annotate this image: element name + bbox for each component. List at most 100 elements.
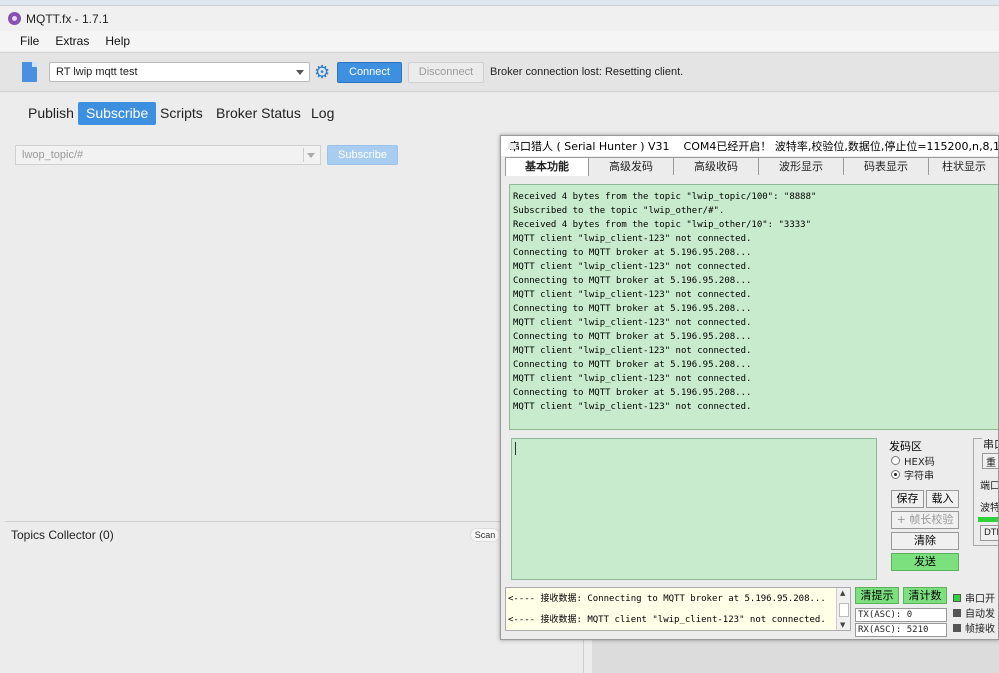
combo-divider xyxy=(303,148,304,162)
port-open-indicator-bar xyxy=(978,517,998,522)
topics-collector-label: Topics Collector (0) xyxy=(11,528,114,542)
connection-profile-select[interactable]: RT lwip mqtt test xyxy=(49,62,310,82)
serial-port-status-title: COM4已经开启！ 波特率,校验位,数据位,停止位=115200,n,8,1 xyxy=(683,140,999,153)
text-cursor xyxy=(515,442,516,455)
scroll-thumb[interactable] xyxy=(839,603,849,617)
status-message-area: <---- 接收数据: Connecting to MQTT broker at… xyxy=(505,587,851,631)
log-line: MQTT client "lwip_client-123" not connec… xyxy=(513,318,752,328)
sh-tab-advanced-send[interactable]: 高级发码 xyxy=(588,157,674,175)
main-tabs: Publish Subscribe Scripts Broker Status … xyxy=(0,92,999,138)
sh-tab-bar-chart[interactable]: 柱状显示 xyxy=(928,157,998,175)
connection-status-text: Broker connection lost: Resetting client… xyxy=(490,66,684,78)
sh-tab-basic[interactable]: 基本功能 xyxy=(505,157,589,176)
indicator-led-row: 自动发 xyxy=(953,605,995,620)
subscribe-button[interactable]: Subscribe xyxy=(327,145,398,165)
tx-counter: TX(ASC): 0 xyxy=(855,608,947,622)
log-line: Connecting to MQTT broker at 5.196.95.20… xyxy=(513,388,752,398)
menu-bar: File Extras Help xyxy=(0,31,999,51)
right-pane-background xyxy=(592,640,999,673)
log-line: MQTT client "lwip_client-123" not connec… xyxy=(513,402,752,412)
serial-port-group: 串口 重 端口 波特 DTR xyxy=(973,436,999,546)
log-line: MQTT client "lwip_client-123" not connec… xyxy=(513,262,752,272)
serial-reset-button[interactable]: 重 xyxy=(982,453,998,469)
serial-hunter-title-bar: 串口猎人 ( Serial Hunter ) V31 COM4已经开启！ 波特率… xyxy=(501,136,999,156)
led-label: 串口开 xyxy=(965,594,995,605)
serial-hunter-title: 串口猎人 ( Serial Hunter ) V31 xyxy=(509,140,670,153)
tab-publish[interactable]: Publish xyxy=(28,102,74,125)
send-button[interactable]: 发送 xyxy=(891,553,959,571)
menu-extras[interactable]: Extras xyxy=(55,34,89,48)
dtr-button[interactable]: DTR xyxy=(980,525,998,541)
indicator-led-row: 串口开 xyxy=(953,590,995,605)
tab-scripts[interactable]: Scripts xyxy=(160,102,203,125)
radio-selected-icon xyxy=(891,470,900,479)
log-line: MQTT client "lwip_client-123" not connec… xyxy=(513,290,752,300)
led-icon xyxy=(953,623,961,632)
mqttfx-app-icon xyxy=(8,12,21,25)
log-line: Connecting to MQTT broker at 5.196.95.20… xyxy=(513,332,752,342)
string-mode-radio[interactable]: 字符串 xyxy=(891,467,934,482)
sh-tab-advanced-receive[interactable]: 高级收码 xyxy=(673,157,759,175)
receive-log-area[interactable]: Received 4 bytes from the topic "lwip_to… xyxy=(509,184,998,430)
tab-log[interactable]: Log xyxy=(311,102,334,125)
clear-button[interactable]: 清除 xyxy=(891,532,959,550)
status-line: <---- 接收数据: MQTT client "lwip_client-123… xyxy=(508,615,826,625)
gear-icon[interactable]: ⚙ xyxy=(314,63,332,81)
baud-label: 波特 xyxy=(980,503,999,514)
log-line: Connecting to MQTT broker at 5.196.95.20… xyxy=(513,248,752,258)
log-line: Connecting to MQTT broker at 5.196.95.20… xyxy=(513,276,752,286)
radio-icon xyxy=(891,456,900,465)
document-icon[interactable] xyxy=(22,62,37,82)
frame-length-check-button[interactable]: + 帧长校验 xyxy=(891,511,959,529)
clear-hint-button[interactable]: 清提示 xyxy=(855,587,899,604)
connect-button[interactable]: Connect xyxy=(337,62,402,83)
sh-tab-waveform[interactable]: 波形显示 xyxy=(758,157,844,175)
clear-count-button[interactable]: 清计数 xyxy=(903,587,947,604)
load-button[interactable]: 载入 xyxy=(926,490,959,508)
led-label: 自动发 xyxy=(965,609,995,620)
scroll-down-icon[interactable]: ▼ xyxy=(840,621,845,629)
save-button[interactable]: 保存 xyxy=(891,490,924,508)
led-icon xyxy=(953,608,961,617)
menu-file[interactable]: File xyxy=(20,34,39,48)
rx-counter: RX(ASC): 5210 xyxy=(855,623,947,637)
send-mode-title: 发码区 xyxy=(889,440,922,453)
chevron-down-icon xyxy=(307,153,315,158)
subscribe-topic-value: lwop_topic/# xyxy=(22,149,84,161)
port-label: 端口 xyxy=(980,481,999,492)
subscribe-topic-input[interactable]: lwop_topic/# xyxy=(15,145,321,165)
indicator-led-row: 帧接收 xyxy=(953,620,995,635)
sh-tab-code-table[interactable]: 码表显示 xyxy=(843,157,929,175)
connection-toolbar: RT lwip mqtt test ⚙ Connect Disconnect B… xyxy=(0,52,999,92)
hex-mode-radio[interactable]: HEX码 xyxy=(891,453,935,468)
tab-broker-status[interactable]: Broker Status xyxy=(216,102,301,125)
log-line: Connecting to MQTT broker at 5.196.95.20… xyxy=(513,304,752,314)
led-label: 帧接收 xyxy=(965,624,995,635)
hex-mode-label: HEX码 xyxy=(904,457,935,468)
menu-help[interactable]: Help xyxy=(105,34,130,48)
chevron-down-icon xyxy=(296,70,304,75)
scan-button[interactable]: Scan xyxy=(470,528,500,542)
status-line: <---- 接收数据: Connecting to MQTT broker at… xyxy=(508,594,826,604)
tab-subscribe[interactable]: Subscribe xyxy=(78,102,157,125)
log-line: Connecting to MQTT broker at 5.196.95.20… xyxy=(513,360,752,370)
window-title: MQTT.fx - 1.7.1 xyxy=(26,11,109,26)
connection-profile-value: RT lwip mqtt test xyxy=(56,66,138,78)
log-line: Received 4 bytes from the topic "lwip_to… xyxy=(513,192,817,202)
pane-border xyxy=(583,640,584,673)
status-scrollbar[interactable]: ▲ ▼ xyxy=(836,588,850,630)
led-icon xyxy=(953,593,961,602)
pane-divider[interactable] xyxy=(5,521,500,522)
serial-port-group-title: 串口 xyxy=(982,436,998,452)
send-input-area[interactable] xyxy=(511,438,877,580)
string-mode-label: 字符串 xyxy=(904,471,934,482)
log-line: Subscribed to the topic "lwip_other/#". xyxy=(513,206,725,216)
scroll-up-icon[interactable]: ▲ xyxy=(840,589,845,597)
serial-hunter-window: 串口猎人 ( Serial Hunter ) V31 COM4已经开启！ 波特率… xyxy=(500,135,999,640)
log-line: MQTT client "lwip_client-123" not connec… xyxy=(513,346,752,356)
disconnect-button[interactable]: Disconnect xyxy=(408,62,484,83)
log-line: Received 4 bytes from the topic "lwip_ot… xyxy=(513,220,812,230)
log-line: MQTT client "lwip_client-123" not connec… xyxy=(513,234,752,244)
log-line: MQTT client "lwip_client-123" not connec… xyxy=(513,374,752,384)
send-mode-group: 发码区 HEX码 字符串 保存 载入 + 帧长校验 清除 发送 xyxy=(885,438,963,580)
